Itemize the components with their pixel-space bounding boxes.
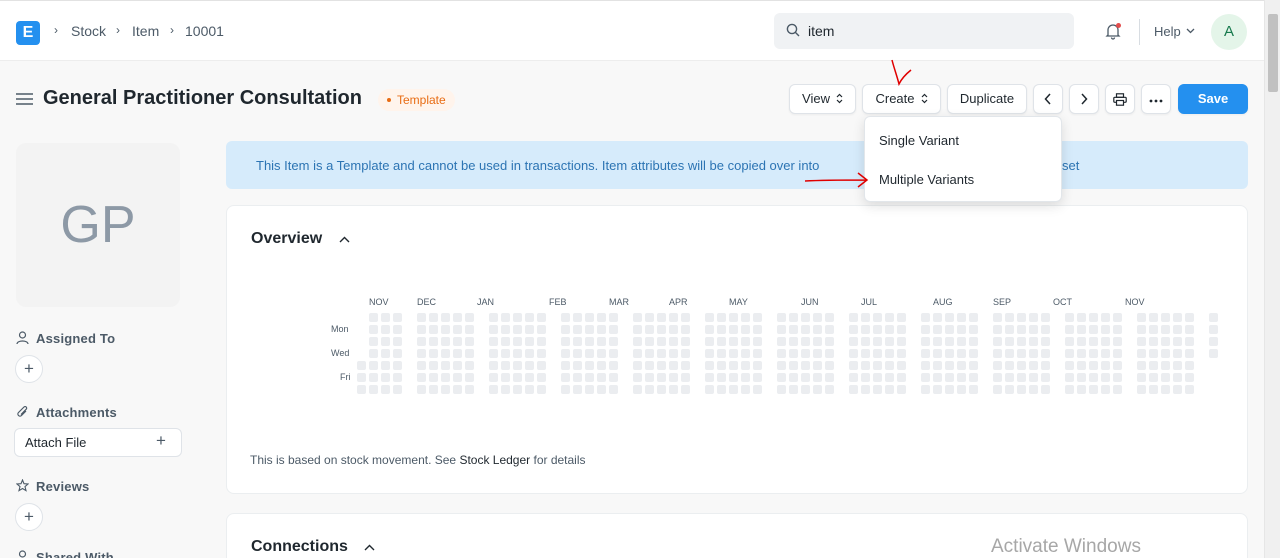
month-label: SEP [993,297,1012,307]
create-button[interactable]: Create [862,84,941,114]
overview-section: Overview [226,205,1248,494]
weekday-label: Mon [331,324,349,334]
more-horizontal-icon [1149,99,1163,103]
search-bar[interactable] [774,13,1074,49]
footer-text: This is based on stock movement. See [250,453,460,467]
scrollbar-thumb[interactable] [1268,14,1278,92]
item-image-placeholder[interactable]: GP [16,143,180,307]
scrollbar[interactable] [1264,0,1280,558]
chevron-right-icon: › [170,23,174,37]
menu-item-multiple-variants[interactable]: Multiple Variants [879,172,974,187]
assigned-to-label: Assigned To [36,331,116,346]
chevron-right-icon: › [54,23,58,37]
month-label: NOV [369,297,389,307]
attach-file-label: Attach File [25,435,87,450]
shared-with-label: Shared With [36,550,114,558]
breadcrumb-stock[interactable]: Stock [71,23,106,39]
month-label: APR [669,297,688,307]
status-badge: Template [378,89,455,111]
month-label: MAY [729,297,748,307]
footer-text-suffix: for details [530,453,586,467]
chevron-right-icon: › [116,23,120,37]
overview-title[interactable]: Overview [251,230,322,248]
divider [1139,19,1140,45]
menu-item-single-variant[interactable]: Single Variant [879,133,959,148]
weekday-label: Fri [340,372,351,382]
chevron-up-icon[interactable] [339,236,350,243]
search-icon [786,23,800,37]
reviews-label: Reviews [36,479,90,494]
add-review-button[interactable]: + [15,503,43,531]
create-label: Create [875,91,915,106]
next-button[interactable] [1069,84,1099,114]
star-icon [16,479,29,492]
app-logo[interactable]: E [16,21,40,45]
month-label: JUN [801,297,819,307]
more-actions-button[interactable] [1141,84,1171,114]
status-label: Template [397,93,446,107]
navbar: E › Stock › Item › 10001 Help A [0,0,1264,61]
banner-text: This Item is a Template and cannot be us… [256,158,820,173]
duplicate-button[interactable]: Duplicate [947,84,1027,114]
avatar[interactable]: A [1211,14,1247,50]
share-icon [18,550,27,558]
chevron-down-icon [1186,28,1195,34]
page-title: General Practitioner Consultation [43,87,362,109]
printer-icon [1113,93,1127,106]
month-label: FEB [549,297,567,307]
create-dropdown-menu: Single Variant Multiple Variants [864,116,1062,202]
breadcrumb-item[interactable]: Item [132,23,159,39]
paperclip-icon [17,405,28,417]
template-info-banner: This Item is a Template and cannot be us… [226,141,1248,189]
select-arrows-icon [921,93,927,104]
view-button[interactable]: View [789,84,856,114]
breadcrumb-item-code[interactable]: 10001 [185,23,224,39]
month-label: DEC [417,297,437,307]
chevron-up-icon[interactable] [364,544,375,551]
month-label: NOV [1125,297,1145,307]
plus-icon: + [156,431,166,450]
add-assignee-button[interactable]: + [15,355,43,383]
annotation-arrow-right [804,172,869,188]
status-dot [387,97,391,102]
month-label: JAN [477,297,495,307]
chevron-right-icon [1081,93,1088,105]
month-label: JUL [861,297,878,307]
sidebar-toggle-icon[interactable] [16,92,34,106]
print-button[interactable] [1105,84,1135,114]
previous-button[interactable] [1033,84,1063,114]
select-arrows-icon [836,93,843,104]
view-label: View [802,91,830,106]
banner-text-end: set [1062,158,1080,173]
month-label: AUG [933,297,953,307]
windows-activation-watermark: Activate Windows [991,536,1141,557]
search-input[interactable] [808,13,1058,49]
attach-file-button[interactable]: Attach File + [14,428,182,457]
annotation-arrow-down [891,59,912,87]
save-button[interactable]: Save [1178,84,1248,114]
notification-badge [1116,23,1121,28]
user-icon [16,331,29,345]
stock-ledger-link[interactable]: Stock Ledger [459,453,530,467]
connections-title[interactable]: Connections [251,538,348,556]
weekday-label: Wed [331,348,350,358]
overview-footer: This is based on stock movement. See Sto… [250,453,586,467]
help-menu[interactable]: Help [1154,24,1181,39]
chevron-left-icon [1044,93,1051,105]
month-label: OCT [1053,297,1072,307]
month-label: MAR [609,297,629,307]
attachments-label: Attachments [36,405,117,420]
